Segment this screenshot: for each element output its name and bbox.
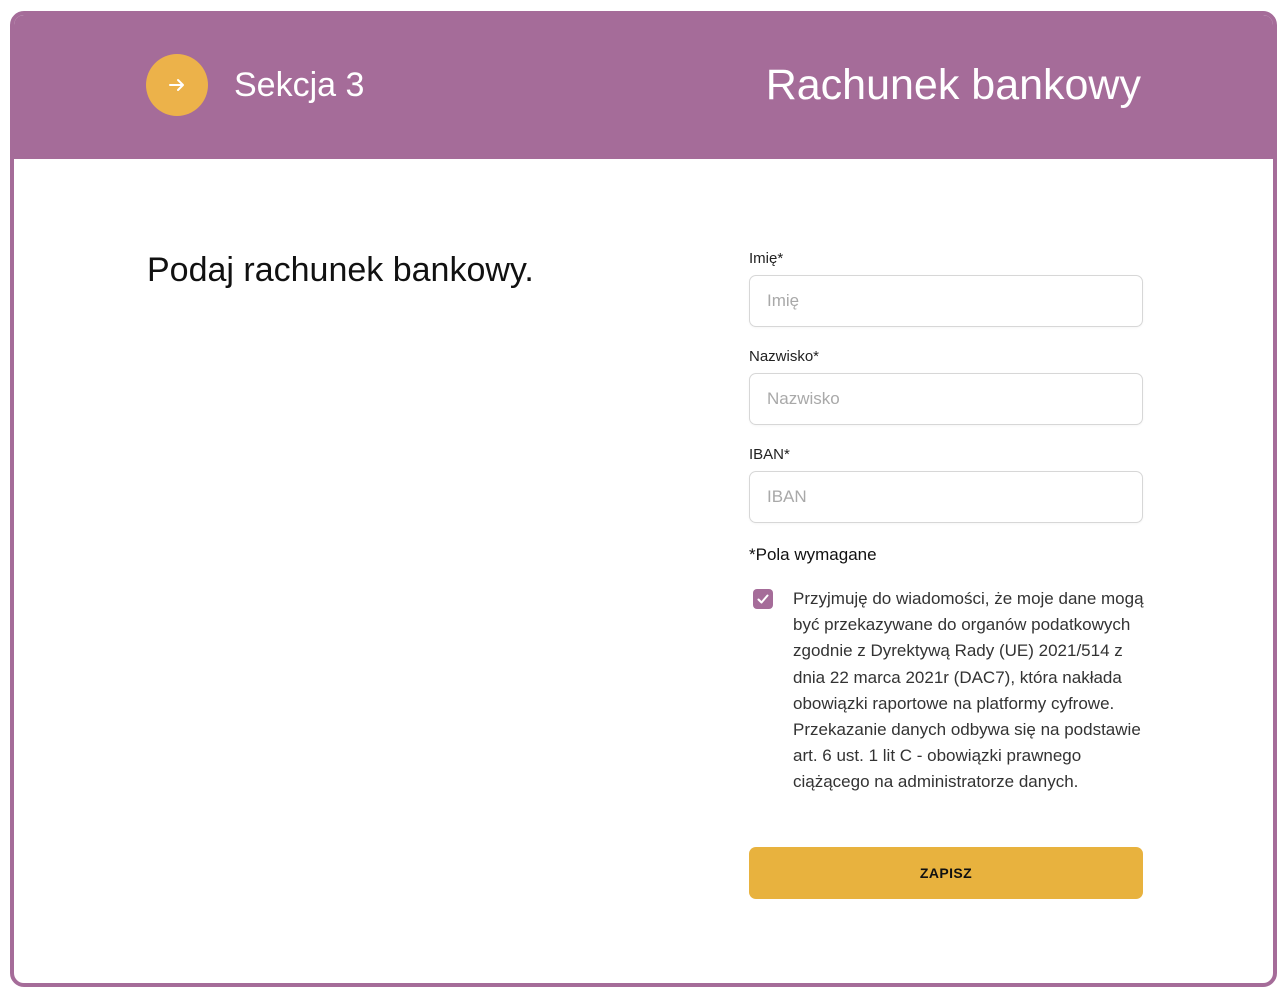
iban-label: IBAN*: [749, 446, 790, 463]
section-label: Sekcja 3: [234, 66, 365, 104]
consent-checkbox[interactable]: [753, 589, 773, 609]
bank-account-card: Sekcja 3 Rachunek bankowy Podaj rachunek…: [10, 11, 1277, 987]
required-fields-note: *Pola wymagane: [749, 545, 877, 564]
step-indicator: [146, 54, 208, 116]
first-name-label: Imię*: [749, 250, 784, 267]
bank-account-form: Imię* Nazwisko* IBAN* *Pola wymagane Prz…: [749, 15, 1144, 983]
checkmark-icon: [757, 594, 769, 604]
first-name-input[interactable]: [749, 275, 1143, 327]
last-name-label: Nazwisko*: [749, 348, 820, 365]
intro-heading: Podaj rachunek bankowy.: [147, 251, 534, 289]
arrow-right-icon: [169, 79, 184, 91]
last-name-input[interactable]: [749, 373, 1143, 425]
save-button[interactable]: ZAPISZ: [749, 847, 1143, 899]
iban-input[interactable]: [749, 471, 1143, 523]
consent-text: Przyjmuję do wiadomości, że moje dane mo…: [793, 589, 1144, 792]
